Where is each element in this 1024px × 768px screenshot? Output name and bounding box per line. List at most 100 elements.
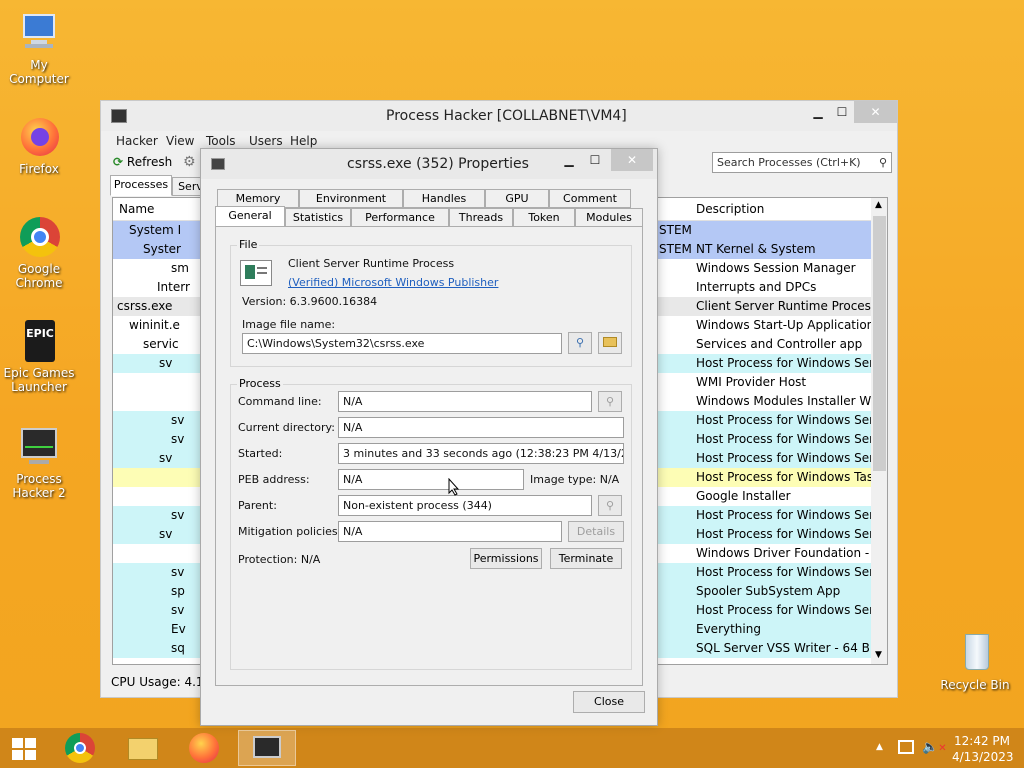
tab-statistics[interactable]: Statistics xyxy=(285,208,351,227)
command-line-label: Command line: xyxy=(238,395,322,408)
process-name: Syster xyxy=(143,242,181,256)
process-name: Interr xyxy=(157,280,190,294)
dialog-maximize-button[interactable]: ☐ xyxy=(583,149,607,171)
mitigation-label: Mitigation policies: xyxy=(238,525,342,538)
process-name: Ev xyxy=(171,622,186,636)
process-user-fragment: STEM xyxy=(659,242,692,256)
menu-help[interactable]: Help xyxy=(290,134,317,148)
process-hacker-icon xyxy=(253,736,281,758)
dialog-close-icon[interactable]: ✕ xyxy=(611,149,653,171)
image-file-label: Image file name: xyxy=(242,318,336,331)
image-file-field[interactable]: C:\Windows\System32\csrss.exe xyxy=(242,333,562,354)
tab-environment[interactable]: Environment xyxy=(299,189,403,208)
desktop-icon-label: Process Hacker 2 xyxy=(12,472,66,500)
status-cpu-usage: CPU Usage: 4.14 xyxy=(111,675,212,689)
column-header-description[interactable]: Description xyxy=(696,202,764,216)
dialog-minimize-button[interactable]: ▁ xyxy=(557,149,581,171)
process-description: Windows Driver Foundation - ... xyxy=(696,546,873,560)
clock-date: 4/13/2023 xyxy=(952,750,1014,764)
search-processes-input[interactable]: Search Processes (Ctrl+K) ⚲ xyxy=(712,152,892,173)
menu-users[interactable]: Users xyxy=(249,134,283,148)
process-description: SQL Server VSS Writer - 64 Bit xyxy=(696,641,873,655)
process-description: Host Process for Windows Ser... xyxy=(696,603,873,617)
menu-view[interactable]: View xyxy=(166,134,194,148)
inspect-file-button[interactable]: ⚲ xyxy=(568,332,592,354)
desktop-icon-process-hacker[interactable]: Process Hacker 2 xyxy=(1,426,77,500)
process-description: Interrupts and DPCs xyxy=(696,280,817,294)
desktop-icon-firefox[interactable]: Firefox xyxy=(1,116,77,176)
protection-label: Protection: N/A xyxy=(238,553,321,566)
current-directory-field[interactable]: N/A xyxy=(338,417,624,438)
properties-titlebar[interactable]: csrss.exe (352) Properties ▁ ☐ ✕ xyxy=(201,149,657,179)
parent-inspect-button[interactable]: ⚲ xyxy=(598,495,622,516)
taskbar-process-hacker[interactable] xyxy=(238,730,296,766)
desktop-icon-chrome[interactable]: Google Chrome xyxy=(1,216,77,290)
peb-address-label: PEB address: xyxy=(238,473,310,486)
terminate-button[interactable]: Terminate xyxy=(550,548,622,569)
close-button[interactable]: Close xyxy=(573,691,645,713)
scroll-up-icon[interactable]: ▲ xyxy=(875,200,882,210)
details-button[interactable]: Details xyxy=(568,521,624,542)
file-group-title: File xyxy=(237,238,260,251)
process-name: sv xyxy=(159,356,173,370)
desktop-icon-recycle-bin[interactable]: Recycle Bin xyxy=(937,632,1013,692)
maximize-button[interactable]: ☐ xyxy=(830,101,854,123)
taskbar-chrome[interactable] xyxy=(60,730,102,766)
started-field[interactable]: 3 minutes and 33 seconds ago (12:38:23 P… xyxy=(338,443,624,464)
tab-threads[interactable]: Threads xyxy=(449,208,513,227)
process-group-title: Process xyxy=(237,377,283,390)
network-icon[interactable] xyxy=(898,740,914,754)
scroll-down-icon[interactable]: ▼ xyxy=(875,650,882,660)
publisher-link[interactable]: (Verified) Microsoft Windows Publisher xyxy=(288,276,498,289)
tab-comment[interactable]: Comment xyxy=(549,189,631,208)
tab-handles[interactable]: Handles xyxy=(403,189,485,208)
taskbar-file-explorer[interactable] xyxy=(122,730,164,766)
process-hacker-icon xyxy=(17,426,61,470)
process-description: Google Installer xyxy=(696,489,791,503)
volume-muted-icon[interactable]: 🔈✕ xyxy=(922,740,947,755)
tab-gpu[interactable]: GPU xyxy=(485,189,549,208)
minimize-button[interactable]: ▁ xyxy=(806,101,830,123)
main-titlebar[interactable]: Process Hacker [COLLABNET\VM4] ▁ ☐ ✕ xyxy=(101,101,897,131)
command-line-inspect-button[interactable]: ⚲ xyxy=(598,391,622,412)
tab-modules[interactable]: Modules xyxy=(575,208,643,227)
tray-show-hidden-icon[interactable]: ▲ xyxy=(876,742,883,752)
desktop-icon-my-computer[interactable]: My Computer xyxy=(1,12,77,86)
desktop-icon-label: Google Chrome xyxy=(15,262,63,290)
folder-icon xyxy=(603,337,617,347)
mitigation-field[interactable]: N/A xyxy=(338,521,562,542)
command-line-field[interactable]: N/A xyxy=(338,391,592,412)
menu-tools[interactable]: Tools xyxy=(206,134,236,148)
taskbar-firefox[interactable] xyxy=(184,730,226,766)
process-description: Host Process for Windows Ser... xyxy=(696,508,873,522)
peb-address-field[interactable]: N/A xyxy=(338,469,524,490)
parent-label: Parent: xyxy=(238,499,277,512)
tab-token[interactable]: Token xyxy=(513,208,575,227)
search-icon: ⚲ xyxy=(878,156,887,169)
process-description: Host Process for Windows Ser... xyxy=(696,413,873,427)
computer-icon xyxy=(17,12,61,56)
column-header-name[interactable]: Name xyxy=(119,202,154,216)
tab-performance[interactable]: Performance xyxy=(351,208,449,227)
windows-logo-icon xyxy=(12,738,36,760)
process-name: sv xyxy=(159,451,173,465)
scrollbar-thumb[interactable] xyxy=(873,216,886,471)
clock[interactable]: 12:42 PM 4/13/2023 xyxy=(952,733,1014,765)
start-button[interactable] xyxy=(0,728,48,768)
options-gear-icon[interactable]: ⚙ xyxy=(183,154,196,170)
process-description: Client Server Runtime Process xyxy=(696,299,873,313)
tab-general[interactable]: General xyxy=(215,206,285,227)
process-name: sm xyxy=(171,261,189,275)
parent-field[interactable]: Non-existent process (344) xyxy=(338,495,592,516)
permissions-button[interactable]: Permissions xyxy=(470,548,542,569)
tab-processes[interactable]: Processes xyxy=(110,175,172,196)
open-folder-button[interactable] xyxy=(598,332,622,354)
desktop-icon-epic[interactable]: EPIC Epic Games Launcher xyxy=(1,320,77,394)
menu-hacker[interactable]: Hacker xyxy=(116,134,158,148)
vertical-scrollbar[interactable]: ▲ ▼ xyxy=(871,198,887,664)
process-name: sp xyxy=(171,584,185,598)
process-description: Windows Session Manager xyxy=(696,261,856,275)
refresh-button[interactable]: ⟳ Refresh xyxy=(113,155,172,173)
refresh-label: Refresh xyxy=(126,155,173,169)
close-icon[interactable]: ✕ xyxy=(854,101,897,123)
